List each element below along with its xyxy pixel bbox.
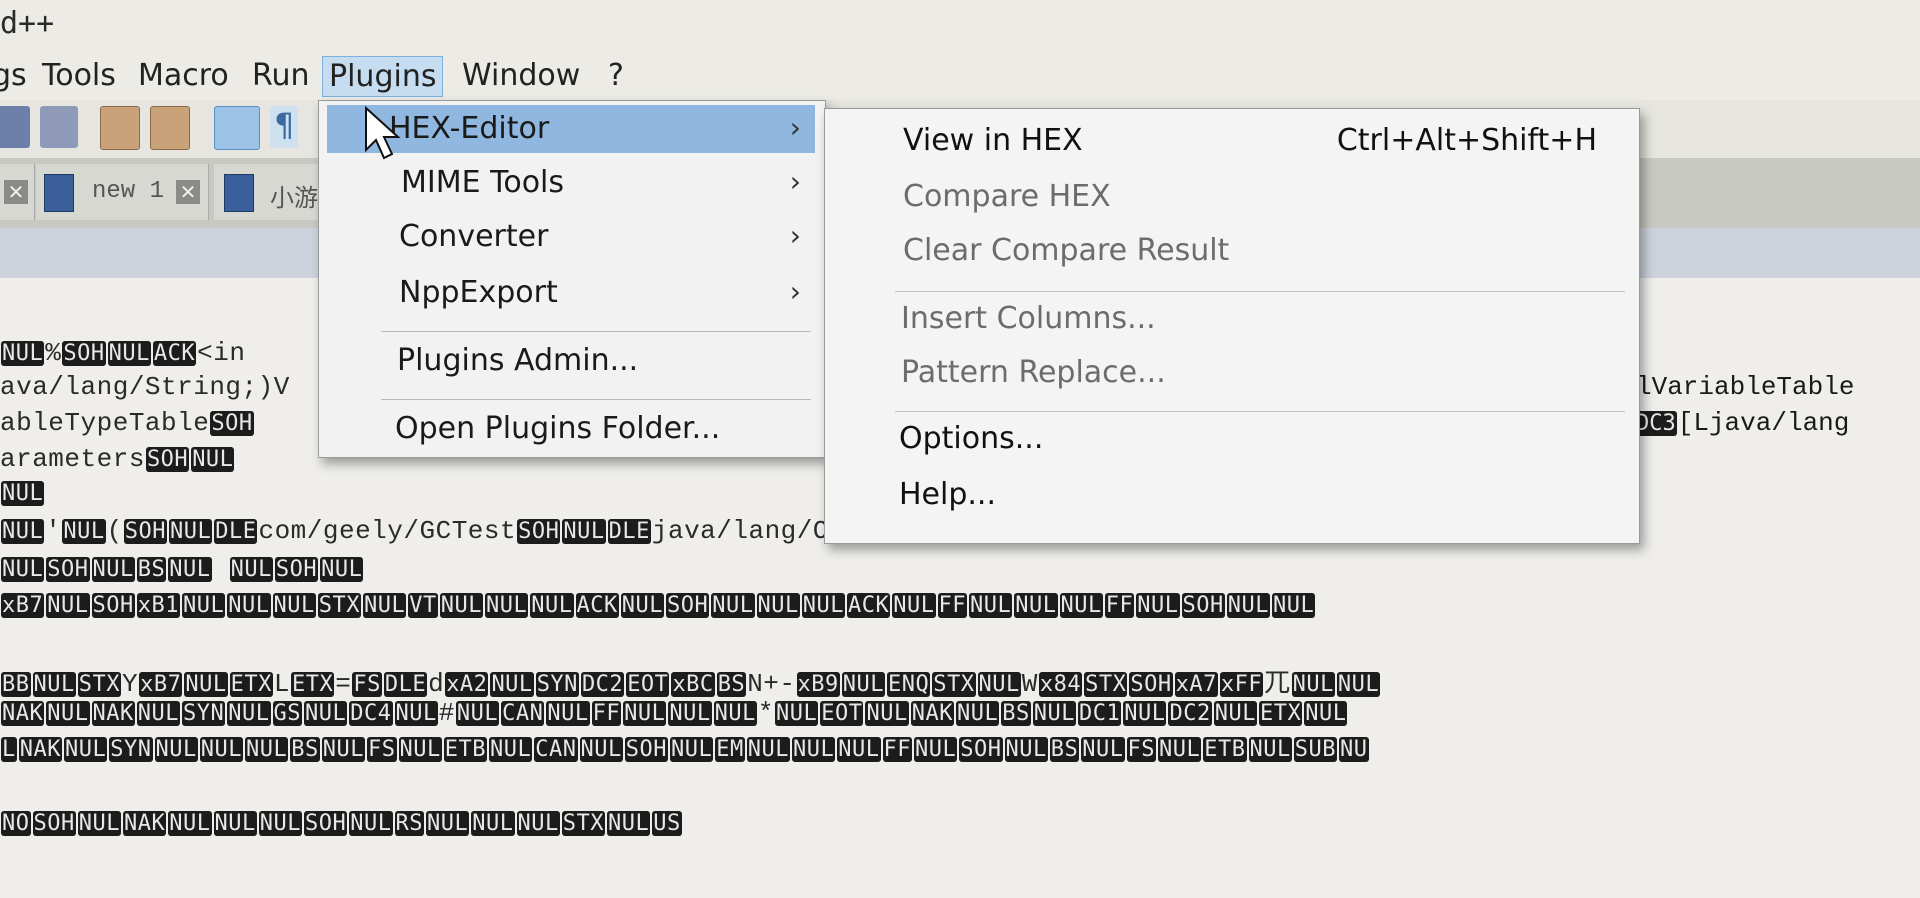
toolbar-show-all-chars-icon[interactable]: ¶	[270, 106, 298, 148]
menu-item-open-plugins-folder[interactable]: Open Plugins Folder...	[327, 405, 815, 453]
toolbar-replace-icon[interactable]	[40, 106, 78, 148]
tab-label: 小游	[270, 187, 318, 214]
menu-separator	[381, 331, 811, 332]
menu-separator	[381, 399, 811, 400]
toolbar-wrap-icon[interactable]	[214, 106, 260, 150]
chevron-right-icon: ›	[789, 111, 801, 144]
tab-new-1[interactable]: new 1 ✕	[36, 164, 209, 220]
toolbar-zoom-out-icon[interactable]	[150, 106, 190, 150]
hex-editor-submenu: View in HEX Ctrl+Alt+Shift+H Compare HEX…	[824, 108, 1640, 544]
chevron-right-icon: ›	[789, 165, 801, 198]
editor-fragment: lVariableTable	[1636, 372, 1855, 402]
mouse-cursor-icon	[365, 106, 401, 160]
menu-run[interactable]: Run	[246, 56, 316, 95]
menu-help[interactable]: ?	[602, 56, 630, 95]
menu-item-compare-hex[interactable]: Compare HEX	[825, 171, 1639, 221]
menu-item-converter[interactable]: Converter ›	[327, 213, 815, 261]
menu-separator	[895, 411, 1625, 412]
tab-prev[interactable]: ✕	[0, 164, 35, 220]
menu-bar: gs Tools Macro Run Plugins Window ?	[0, 48, 1920, 100]
toolbar-find-icon[interactable]	[0, 106, 30, 148]
menu-item-view-in-hex[interactable]: View in HEX Ctrl+Alt+Shift+H	[825, 115, 1639, 165]
menu-separator	[895, 291, 1625, 292]
editor-fragment: DC3[Ljava/lang	[1635, 408, 1850, 438]
tab-game[interactable]: 小游	[214, 164, 325, 220]
chevron-right-icon: ›	[789, 275, 801, 308]
file-icon	[44, 174, 74, 212]
menu-item-options[interactable]: Options...	[825, 413, 1639, 463]
menu-macro[interactable]: Macro	[132, 56, 235, 95]
shortcut-label: Ctrl+Alt+Shift+H	[1336, 123, 1597, 158]
menu-item-pattern-replace[interactable]: Pattern Replace...	[825, 347, 1639, 397]
tab-label: new 1	[92, 178, 165, 205]
menu-item-insert-columns[interactable]: Insert Columns...	[825, 293, 1639, 343]
toolbar-zoom-in-icon[interactable]	[100, 106, 140, 150]
chevron-right-icon: ›	[789, 219, 801, 252]
menu-plugins[interactable]: Plugins	[322, 56, 444, 97]
menu-item-help[interactable]: Help...	[825, 469, 1639, 519]
window-title: d++	[0, 6, 55, 41]
menu-item-clear-compare-result[interactable]: Clear Compare Result	[825, 225, 1639, 275]
menu-window[interactable]: Window	[456, 56, 586, 95]
menu-item-nppexport[interactable]: NppExport ›	[327, 269, 815, 317]
menu-settings[interactable]: gs	[0, 56, 33, 95]
menu-tools[interactable]: Tools	[36, 56, 122, 95]
title-bar: d++	[0, 0, 1920, 48]
menu-item-mime-tools[interactable]: MIME Tools ›	[327, 159, 815, 207]
menu-item-plugins-admin[interactable]: Plugins Admin...	[327, 337, 815, 385]
close-icon[interactable]: ✕	[176, 180, 200, 204]
file-icon	[224, 174, 254, 212]
close-icon[interactable]: ✕	[4, 180, 28, 204]
